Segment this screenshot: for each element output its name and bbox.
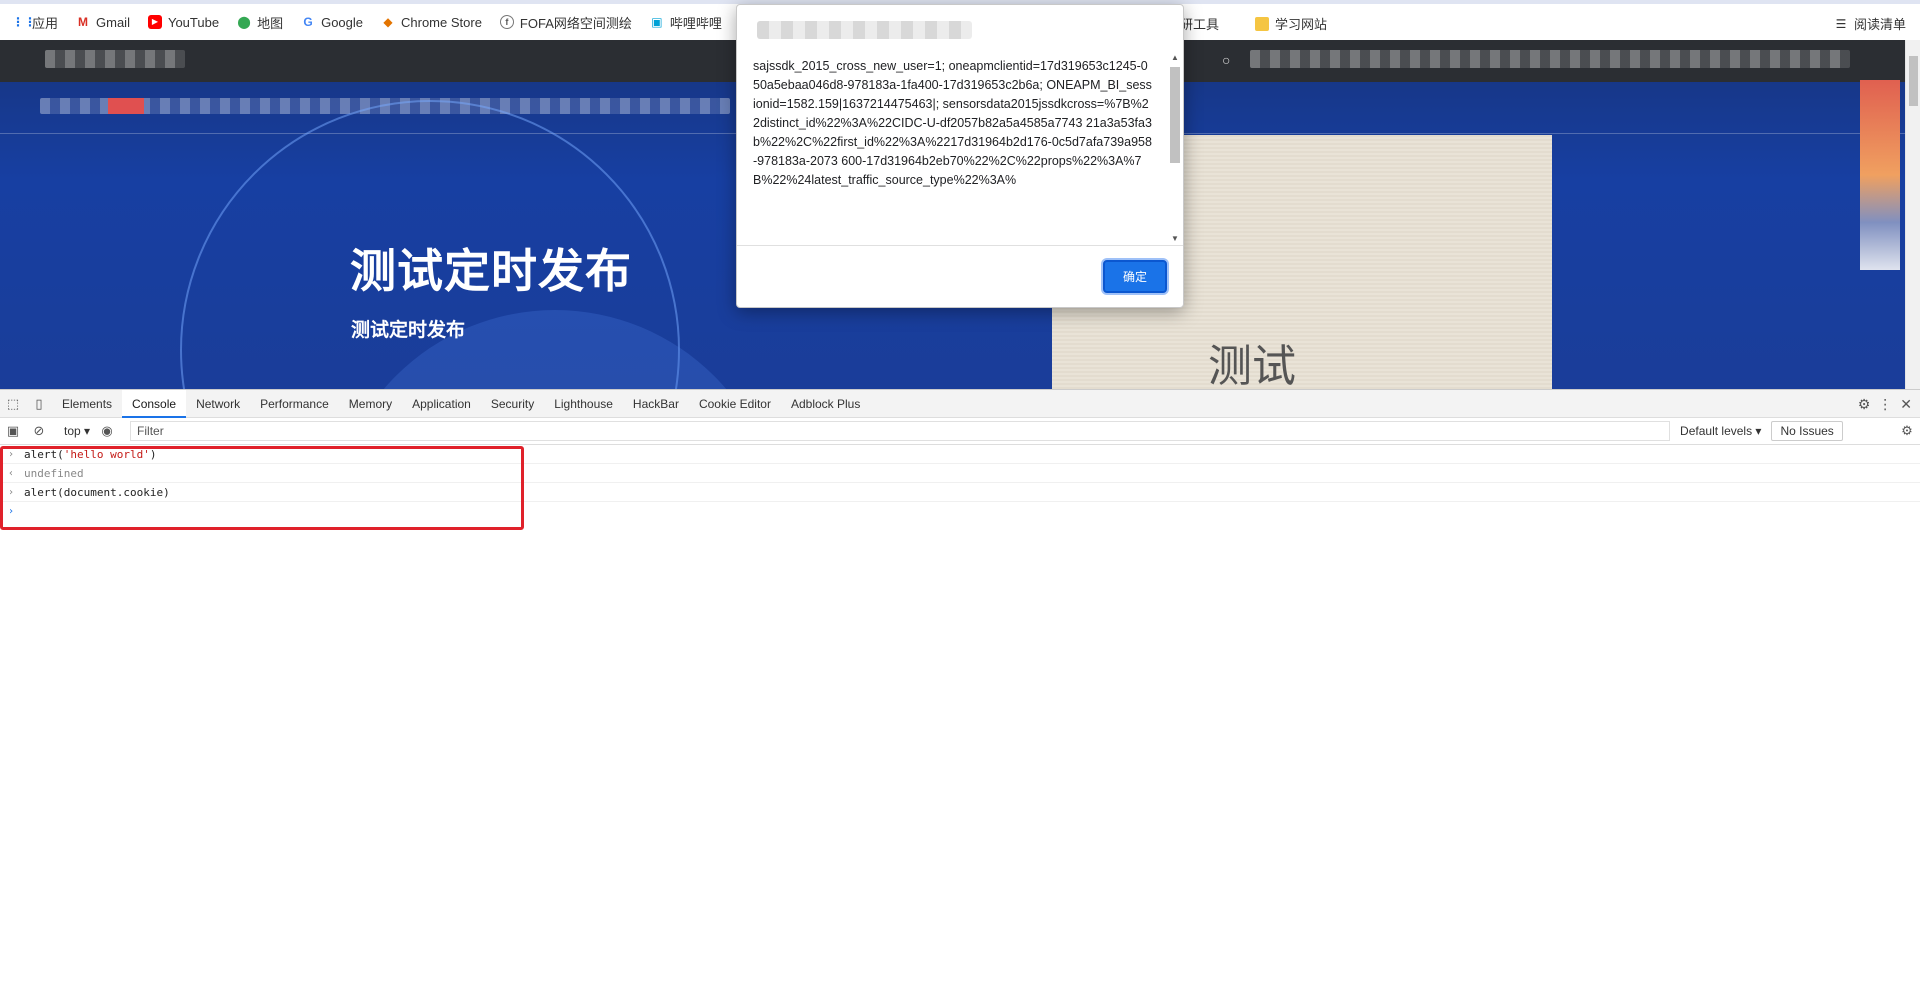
alert-dialog: sajssdk_2015_cross_new_user=1; oneapmcli… xyxy=(736,4,1184,308)
ok-button[interactable]: 确定 xyxy=(1103,260,1167,293)
issues-button[interactable]: No Issues xyxy=(1771,421,1843,441)
live-expression-eye-icon[interactable]: ◉ xyxy=(94,417,120,445)
log-levels-label: Default levels xyxy=(1680,424,1753,438)
card-image-text: 测试 xyxy=(1208,341,1296,389)
alert-origin-blurred xyxy=(757,21,972,39)
bookmark-maps[interactable]: ⬤ 地图 xyxy=(237,13,283,32)
device-toolbar-icon[interactable]: ▯ xyxy=(26,390,52,418)
reading-list-label: 阅读清单 xyxy=(1853,17,1906,32)
youtube-icon: ▶ xyxy=(147,15,162,29)
settings-gear-icon[interactable]: ⚙ xyxy=(1858,396,1871,413)
bookmark-gmail[interactable]: M Gmail xyxy=(76,15,130,30)
tab-security[interactable]: Security xyxy=(481,390,544,418)
alert-message-area: sajssdk_2015_cross_new_user=1; oneapmcli… xyxy=(737,51,1183,245)
context-select[interactable]: top ▾ xyxy=(60,424,94,438)
tab-performance[interactable]: Performance xyxy=(250,390,339,418)
bookmark-label: YouTube xyxy=(167,14,220,30)
bookmark-study[interactable]: 学习网站 xyxy=(1255,14,1327,33)
hero-subtitle: 测试定时发布 xyxy=(351,320,466,341)
inspect-element-icon[interactable]: ⬚ xyxy=(0,390,26,418)
bookmark-apps[interactable]: ⋮⋮ 应用 xyxy=(12,13,58,32)
input-prompt-icon: › xyxy=(8,487,15,498)
bookmark-label: Google xyxy=(321,14,363,30)
apps-grid-icon: ⋮⋮ xyxy=(12,15,36,29)
alert-scrollbar-thumb[interactable] xyxy=(1170,67,1180,163)
page-scrollbar-thumb[interactable] xyxy=(1909,56,1918,106)
tab-network[interactable]: Network xyxy=(186,390,250,418)
console-line: › alert(document.cookie) xyxy=(0,483,1920,502)
console-line: › alert('hello world') xyxy=(0,445,1920,464)
bookmark-google[interactable]: G Google xyxy=(301,15,363,30)
bookmark-tools[interactable]: 研工具 xyxy=(1180,14,1219,33)
tab-console[interactable]: Console xyxy=(122,389,187,418)
bookmark-youtube[interactable]: ▶ YouTube xyxy=(147,14,220,30)
tab-elements[interactable]: Elements xyxy=(52,390,122,418)
bookmark-fofa[interactable]: f FOFA网络空间测绘 xyxy=(499,13,632,32)
close-icon[interactable]: ✕ xyxy=(1900,396,1912,413)
blurred-top-links xyxy=(1250,50,1850,68)
bookmark-label: Chrome Store xyxy=(401,14,482,30)
scroll-up-icon[interactable]: ▲ xyxy=(1171,53,1179,62)
gmail-icon: M xyxy=(78,15,89,29)
tab-adblock-plus[interactable]: Adblock Plus xyxy=(781,390,870,418)
bookmark-label: 研工具 xyxy=(1180,17,1220,32)
tab-memory[interactable]: Memory xyxy=(339,390,402,418)
tab-cookie-editor[interactable]: Cookie Editor xyxy=(689,390,781,418)
chrome-store-icon: ◆ xyxy=(383,15,393,29)
nav-highlight xyxy=(108,98,144,114)
blurred-side-widget[interactable] xyxy=(1860,80,1900,270)
bookmark-label: 哔哩哔哩 xyxy=(669,15,722,31)
input-prompt-icon: › xyxy=(8,449,15,460)
sidebar-toggle-icon[interactable]: ▣ xyxy=(0,417,26,445)
bookmark-chrome-store[interactable]: ◆ Chrome Store xyxy=(381,15,482,30)
scroll-down-icon[interactable]: ▼ xyxy=(1171,234,1179,243)
reading-list-button[interactable]: ☰ 阅读清单 xyxy=(1834,14,1906,33)
tab-lighthouse[interactable]: Lighthouse xyxy=(544,390,623,418)
fofa-icon: f xyxy=(499,15,514,29)
tab-hackbar[interactable]: HackBar xyxy=(623,390,689,418)
alert-scrollbar[interactable]: ▲ ▼ xyxy=(1167,51,1183,245)
maps-pin-icon: ⬤ xyxy=(237,15,251,29)
search-icon[interactable]: ○ xyxy=(1222,52,1230,68)
clear-console-icon[interactable]: ⊘ xyxy=(26,417,52,445)
bookmark-label: 学习网站 xyxy=(1275,17,1328,32)
bookmark-label: Gmail xyxy=(96,14,130,30)
bookmark-label: FOFA网络空间测绘 xyxy=(519,15,632,31)
console-line: ‹ undefined xyxy=(0,464,1920,483)
folder-icon xyxy=(1255,16,1270,31)
reading-list-icon: ☰ xyxy=(1835,16,1847,31)
google-icon: G xyxy=(303,15,313,29)
log-levels-dropdown[interactable]: Default levels ▾ xyxy=(1680,424,1761,438)
input-prompt-icon: › xyxy=(8,506,15,517)
devtools-panel: ⬚ ▯ Elements Console Network Performance… xyxy=(0,389,1920,988)
more-options-icon[interactable]: ⋮ xyxy=(1878,396,1892,413)
tab-application[interactable]: Application xyxy=(402,390,481,418)
blurred-logo xyxy=(45,50,185,68)
alert-message: sajssdk_2015_cross_new_user=1; oneapmcli… xyxy=(753,59,1152,187)
bookmark-label: 应用 xyxy=(32,15,59,31)
console-prompt[interactable]: › xyxy=(0,502,1920,521)
divider xyxy=(737,245,1183,246)
bookmark-label: 地图 xyxy=(257,15,284,31)
console-toolbar: ▣ ⊘ top ▾ ◉ Default levels ▾ No Issues ⚙ xyxy=(0,418,1920,445)
hero-title: 测试定时发布 xyxy=(350,245,632,297)
context-value: top xyxy=(64,424,81,438)
console-settings-gear-icon[interactable]: ⚙ xyxy=(1894,417,1920,445)
devtools-tabbar: ⬚ ▯ Elements Console Network Performance… xyxy=(0,389,1920,418)
bilibili-icon: ▣ xyxy=(651,15,663,29)
console-output: › alert('hello world') ‹ undefined › ale… xyxy=(0,445,1920,530)
bookmark-bilibili[interactable]: ▣ 哔哩哔哩 xyxy=(650,13,722,32)
filter-input[interactable] xyxy=(130,421,1671,441)
result-arrow-icon: ‹ xyxy=(8,468,15,479)
page-scrollbar[interactable] xyxy=(1905,40,1920,389)
